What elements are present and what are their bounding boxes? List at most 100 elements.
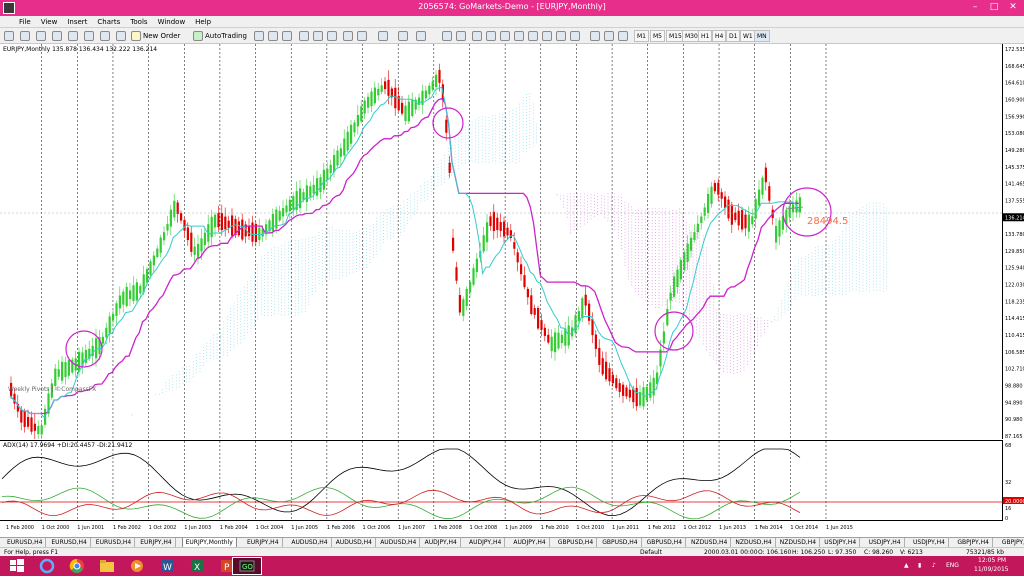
tray-language[interactable]: ENG	[946, 562, 959, 569]
history-icon[interactable]	[116, 31, 126, 41]
navigator-icon[interactable]	[68, 31, 78, 41]
menu-help[interactable]: Help	[190, 16, 216, 28]
autotrading-button[interactable]: AutoTrading	[205, 30, 247, 42]
tray-date[interactable]: 11/09/2015	[974, 566, 1009, 573]
text-label-icon[interactable]	[556, 31, 566, 41]
price-axis[interactable]: 172.535 168.645 164.610 160.900 156.990 153.0…	[1003, 44, 1024, 440]
candlestick-icon[interactable]	[268, 31, 278, 41]
minimize-button[interactable]: –	[966, 1, 984, 14]
chart-window[interactable]: 28494.5 EURJPY,Monthly 135.878 136.434 1…	[0, 44, 1024, 536]
maximize-button[interactable]: □	[985, 1, 1003, 14]
new-order-button[interactable]: New Order	[143, 30, 180, 42]
chart-tab[interactable]: USDJPY,H4	[910, 538, 949, 547]
chart-tab[interactable]: NZDUSD,H4	[777, 538, 821, 547]
chart-tab[interactable]: NZDUSD,H4	[732, 538, 776, 547]
text-icon[interactable]	[542, 31, 552, 41]
chart-tab[interactable]: USDJPY,H4	[821, 538, 861, 547]
trendline-icon[interactable]	[500, 31, 510, 41]
taskbar-explorer[interactable]	[92, 557, 122, 575]
close-button[interactable]: ✕	[1004, 1, 1022, 14]
autotrading-icon[interactable]	[193, 31, 203, 41]
auto-scroll-icon[interactable]	[343, 31, 353, 41]
timeframe-h4[interactable]: H4	[712, 30, 727, 42]
price-pane[interactable]: 28494.5 EURJPY,Monthly 135.878 136.434 1…	[0, 44, 1003, 444]
chart-tab[interactable]: EURUSD,H4	[4, 538, 47, 547]
chart-tab[interactable]: AUDJPY,H4	[466, 538, 506, 547]
crosshair-icon[interactable]	[456, 31, 466, 41]
fibonacci-icon[interactable]	[528, 31, 538, 41]
candle-body	[594, 334, 597, 349]
chart-tab[interactable]: AUDUSD,H4	[333, 538, 376, 547]
timeframe-mn[interactable]: MN	[754, 30, 770, 42]
timeframe-h1[interactable]: H1	[698, 30, 713, 42]
start-button[interactable]	[2, 557, 32, 575]
vertical-line-icon[interactable]	[472, 31, 482, 41]
tray-volume-icon[interactable]: ♪	[932, 562, 936, 569]
taskbar-ie[interactable]	[32, 557, 62, 575]
tray-network-icon[interactable]: ▮	[918, 562, 921, 569]
more-tools-icon[interactable]	[618, 31, 628, 41]
candle-body	[37, 425, 40, 435]
chart-tab[interactable]: AUDJPY,H4	[510, 538, 550, 547]
zoom-out-icon[interactable]	[313, 31, 323, 41]
new-chart-icon[interactable]	[4, 31, 14, 41]
timeframe-m5[interactable]: M5	[650, 30, 665, 42]
price-chart[interactable]: 28494.5	[0, 44, 1003, 444]
tile-windows-icon[interactable]	[327, 31, 337, 41]
line-chart-icon[interactable]	[282, 31, 292, 41]
time-axis[interactable]: 1 Feb 2000 1 Oct 2000 1 Jun 2001 1 Feb 2002…	[0, 520, 1003, 531]
periods-icon[interactable]	[398, 31, 408, 41]
chart-tab[interactable]: EURJPY,Monthly	[181, 538, 237, 547]
candle-body	[676, 269, 679, 288]
menu-tools[interactable]: Tools	[125, 16, 152, 28]
chart-tab[interactable]: GBPJPY,H4	[999, 538, 1024, 547]
chart-tab[interactable]: AUDJPY,H4	[422, 538, 461, 547]
menu-view[interactable]: View	[36, 16, 63, 28]
chart-tab[interactable]: USDJPY,H4	[866, 538, 905, 547]
taskbar-word[interactable]: W	[152, 557, 182, 575]
menu-insert[interactable]: Insert	[62, 16, 92, 28]
taskbar-excel[interactable]: X	[182, 557, 212, 575]
strategy-tester-icon[interactable]	[100, 31, 110, 41]
bar-chart-icon[interactable]	[254, 31, 264, 41]
adx-chart[interactable]	[0, 441, 1003, 521]
timeframe-m1[interactable]: M1	[634, 30, 649, 42]
shapes-icon[interactable]	[590, 31, 600, 41]
menu-charts[interactable]: Charts	[92, 16, 125, 28]
new-order-icon[interactable]	[131, 31, 141, 41]
taskbar-chrome[interactable]	[62, 557, 92, 575]
timeframe-d1[interactable]: D1	[726, 30, 741, 42]
chart-tab[interactable]: EURUSD,H4	[93, 538, 136, 547]
chart-tab[interactable]: NZDUSD,H4	[688, 538, 732, 547]
tray-time[interactable]: 12:05 PM	[978, 557, 1006, 564]
data-window-icon[interactable]	[52, 31, 62, 41]
arrows-icon[interactable]	[570, 31, 580, 41]
taskbar-mt4[interactable]: GO	[232, 557, 262, 575]
horizontal-line-icon[interactable]	[486, 31, 496, 41]
tray-arrow-icon[interactable]: ▲	[904, 562, 909, 569]
market-watch-icon[interactable]	[36, 31, 46, 41]
chart-tab[interactable]: GBPUSD,H4	[644, 538, 687, 547]
taskbar-media[interactable]	[122, 557, 152, 575]
chart-tab[interactable]: GBPJPY,H4	[954, 538, 993, 547]
chart-tab[interactable]: GBPUSD,H4	[555, 538, 598, 547]
chart-tab[interactable]: AUDUSD,H4	[288, 538, 332, 547]
candle-body	[581, 298, 584, 319]
drawing-tools-icon[interactable]	[604, 31, 614, 41]
indicators-icon[interactable]	[378, 31, 388, 41]
chart-tab[interactable]: EURJPY,H4	[137, 538, 176, 547]
menu-window[interactable]: Window	[153, 16, 191, 28]
profiles-icon[interactable]	[20, 31, 30, 41]
menu-file[interactable]: File	[14, 16, 36, 28]
zoom-in-icon[interactable]	[299, 31, 309, 41]
cursor-icon[interactable]	[442, 31, 452, 41]
terminal-icon[interactable]	[84, 31, 94, 41]
chart-tab[interactable]: GBPUSD,H4	[599, 538, 642, 547]
equidistant-channel-icon[interactable]	[514, 31, 524, 41]
chart-tab[interactable]: EURUSD,H4	[48, 538, 91, 547]
adx-pane[interactable]: ADX(14) 17.9694 +DI:20.4457 -DI:21.9412	[0, 440, 1003, 521]
chart-shift-icon[interactable]	[357, 31, 367, 41]
chart-tab[interactable]: EURJPY,H4	[244, 538, 283, 547]
chart-tab[interactable]: AUDUSD,H4	[377, 538, 421, 547]
templates-icon[interactable]	[416, 31, 426, 41]
